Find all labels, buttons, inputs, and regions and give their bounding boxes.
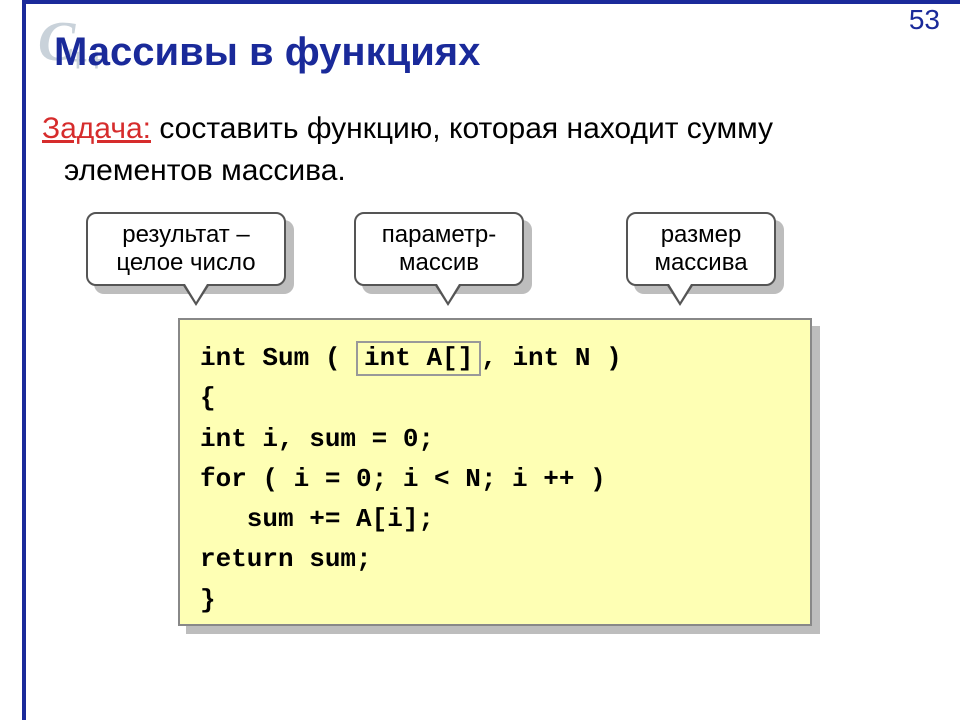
code-sig-post: , int N ) — [481, 343, 621, 373]
code-l5: sum += A[i]; — [200, 504, 434, 534]
callout-line2: массива — [654, 249, 747, 277]
callout-result: результат – целое число — [86, 212, 286, 286]
callout-bubble: параметр- массив — [354, 212, 524, 286]
callout-bubble: размер массива — [626, 212, 776, 286]
callout-size: размер массива — [626, 212, 776, 286]
top-rule — [22, 0, 960, 4]
code-l2: { — [200, 383, 216, 413]
code-sig-pre: int Sum ( — [200, 343, 356, 373]
page-number: 53 — [909, 4, 940, 36]
code-box: int Sum ( int A[], int N ) { int i, sum … — [178, 318, 812, 626]
callout-line1: параметр- — [382, 221, 496, 249]
task-text-line1: составить функцию, которая находит сумму — [151, 112, 773, 145]
code-sig-param: int A[] — [356, 341, 481, 376]
callout-bubble: результат – целое число — [86, 212, 286, 286]
callout-tail — [666, 284, 694, 306]
slide-heading: Массивы в функциях — [54, 30, 480, 75]
task-block: Задача: составить функцию, которая наход… — [42, 108, 930, 192]
callout-line1: результат – — [122, 221, 250, 249]
callout-line2: целое число — [116, 249, 255, 277]
left-rule — [22, 0, 26, 720]
callout-param: параметр- массив — [354, 212, 524, 286]
task-text-line2: элементов массива. — [42, 150, 930, 192]
callout-line1: размер — [661, 221, 742, 249]
task-label: Задача: — [42, 112, 151, 145]
code-l6: return sum; — [200, 544, 372, 574]
callout-tail — [434, 284, 462, 306]
code-l7: } — [200, 585, 216, 615]
callout-tail — [182, 284, 210, 306]
callout-line2: массив — [399, 249, 479, 277]
code-l3: int i, sum = 0; — [200, 424, 434, 454]
code-l4: for ( i = 0; i < N; i ++ ) — [200, 464, 606, 494]
